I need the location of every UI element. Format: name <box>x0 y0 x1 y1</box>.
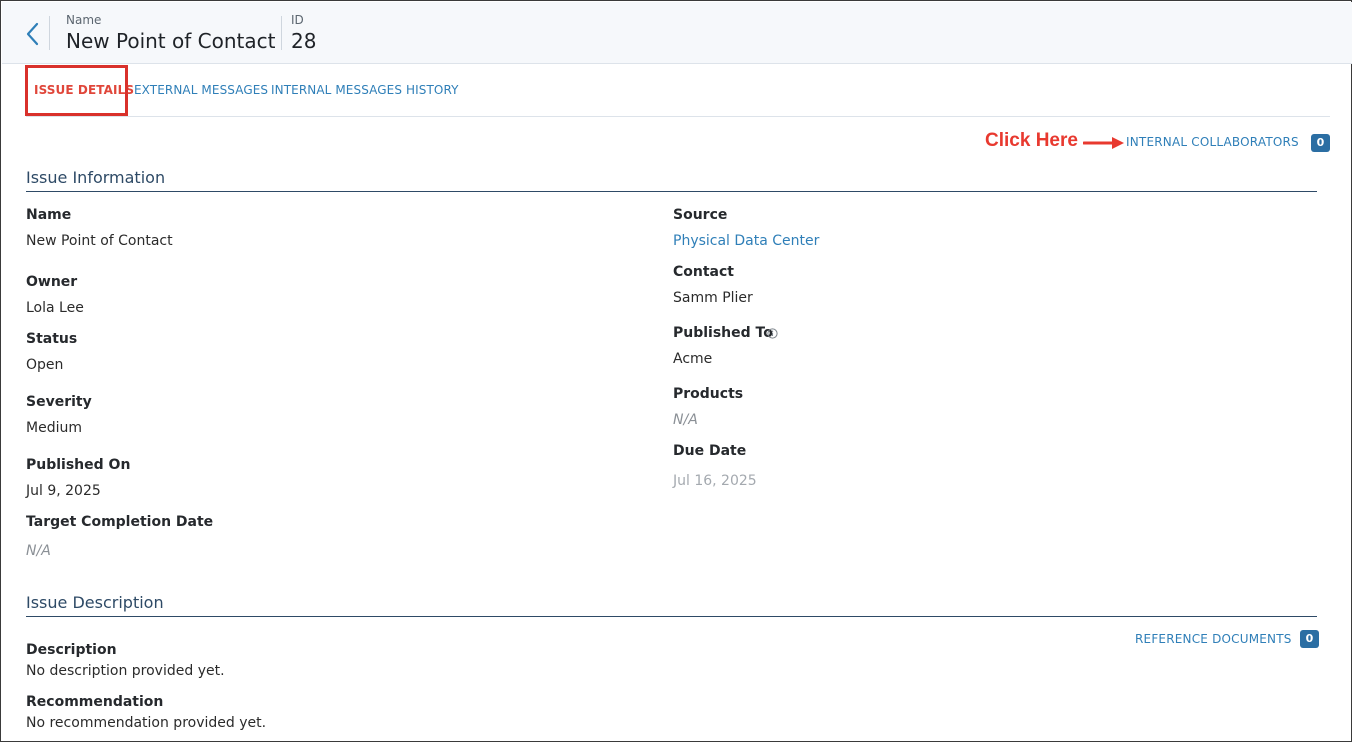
owner-field-value: Lola Lee <box>26 300 84 316</box>
name-field-value: New Point of Contact <box>26 233 173 249</box>
recommendation-label: Recommendation <box>26 694 164 710</box>
chevron-left-icon <box>26 22 39 46</box>
source-field-label: Source <box>673 207 728 223</box>
reference-documents-count-badge: 0 <box>1300 630 1319 648</box>
id-value: 28 <box>291 29 317 53</box>
back-button[interactable] <box>22 20 44 48</box>
products-field-value: N/A <box>673 412 698 428</box>
severity-field-value: Medium <box>26 420 82 436</box>
section-divider <box>26 191 1317 192</box>
tab-internal-messages[interactable]: INTERNAL MESSAGES <box>271 65 402 115</box>
severity-field-label: Severity <box>26 394 92 410</box>
target-completion-date-label: Target Completion Date <box>26 514 214 530</box>
products-field-label: Products <box>673 386 744 402</box>
info-icon[interactable] <box>767 328 778 339</box>
contact-field-label: Contact <box>673 264 734 280</box>
published-to-field-label: Published To <box>673 325 773 341</box>
recommendation-value: No recommendation provided yet. <box>26 715 267 731</box>
due-date-field-value: Jul 16, 2025 <box>673 473 757 489</box>
name-label: Name <box>66 13 102 27</box>
status-field-label: Status <box>26 331 78 347</box>
issue-information-title: Issue Information <box>26 168 166 187</box>
due-date-field-label: Due Date <box>673 443 747 459</box>
reference-documents-link[interactable]: REFERENCE DOCUMENTS <box>1135 632 1292 646</box>
section-divider <box>26 616 1317 617</box>
tab-history[interactable]: HISTORY <box>406 65 459 115</box>
tab-issue-details[interactable]: ISSUE DETAILS <box>34 65 134 115</box>
issue-description-title: Issue Description <box>26 593 164 612</box>
published-to-field-value: Acme <box>673 351 713 367</box>
published-on-field-label: Published On <box>26 457 131 473</box>
app-frame: Name New Point of Contact ID 28 ISSUE DE… <box>0 0 1352 742</box>
contact-field-value: Samm Plier <box>673 290 753 306</box>
arrow-right-icon <box>1083 137 1124 149</box>
page-title: New Point of Contact <box>66 29 276 53</box>
header-divider <box>49 16 50 50</box>
id-label: ID <box>291 13 304 27</box>
source-link[interactable]: Physical Data Center <box>673 233 819 249</box>
collaborators-count-badge: 0 <box>1311 134 1330 152</box>
click-here-annotation: Click Here <box>985 130 1078 151</box>
tab-bar: ISSUE DETAILS EXTERNAL MESSAGES INTERNAL… <box>25 65 1330 117</box>
published-on-field-value: Jul 9, 2025 <box>26 483 101 499</box>
internal-collaborators-link[interactable]: INTERNAL COLLABORATORS <box>1126 135 1299 149</box>
owner-field-label: Owner <box>26 274 78 290</box>
name-field-label: Name <box>26 207 72 223</box>
description-value: No description provided yet. <box>26 663 225 679</box>
description-label: Description <box>26 642 117 658</box>
tab-external-messages[interactable]: EXTERNAL MESSAGES <box>134 65 268 115</box>
status-field-value: Open <box>26 357 64 373</box>
page-header: Name New Point of Contact ID 28 <box>2 2 1352 64</box>
header-divider <box>281 16 282 50</box>
target-completion-date-value: N/A <box>26 543 51 559</box>
